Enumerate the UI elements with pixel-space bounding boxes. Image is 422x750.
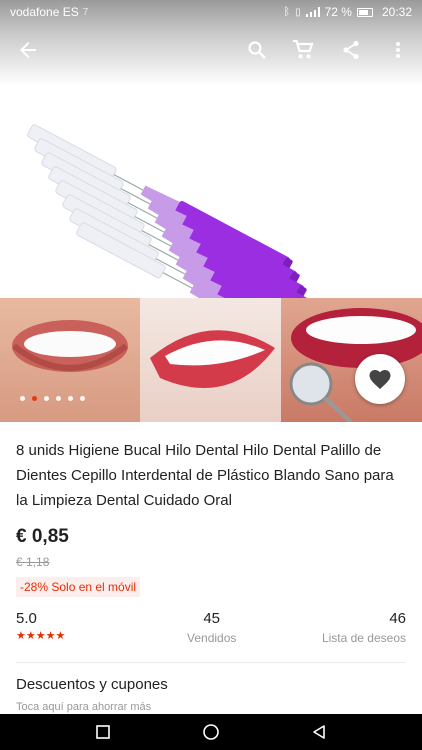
wishlist-label: Lista de deseos [321, 631, 406, 645]
back-arrow-icon [20, 42, 36, 58]
coupons-subtitle: Toca aquí para ahorrar más [16, 701, 152, 713]
product-gallery[interactable]: vodafone ES 7 ᛒ ▯ 72 % 20:32 [0, 0, 422, 422]
wishlist-stat[interactable]: 46 Lista de deseos [322, 610, 406, 645]
rating-value: 5.0 [16, 610, 37, 627]
gallery-dot [80, 396, 85, 401]
back-button[interactable] [12, 34, 44, 66]
gallery-dot [20, 396, 25, 401]
gallery-dot [68, 396, 73, 401]
battery-percent: 72 % [324, 5, 352, 19]
battery-icon [356, 7, 373, 17]
sold-count: 45 [203, 610, 221, 627]
status-bar: vodafone ES 7 ᛒ ▯ 72 % 20:32 [0, 0, 422, 24]
product-stats: 5.0 ★★★★★ 45 Vendidos 46 Lista de deseos [16, 610, 406, 646]
vibrate-icon: ▯ [295, 6, 301, 18]
teeth-banner-image [0, 298, 422, 422]
heart-icon [369, 370, 391, 389]
rating-stars: ★★★★★ [16, 630, 66, 642]
carrier-name: vodafone ES [10, 5, 79, 19]
product-title: 8 unids Higiene Bucal Hilo Dental Hilo D… [16, 442, 394, 509]
wishlist-count: 46 [389, 610, 406, 627]
search-button[interactable] [241, 34, 273, 66]
coupons-title: Descuentos y cupones [16, 676, 168, 693]
gallery-dots [20, 396, 85, 401]
coupons-row[interactable]: Descuentos y cupones Toca aquí para ahor… [16, 676, 406, 713]
more-vertical-icon [396, 42, 400, 58]
smile-photo-1 [0, 298, 140, 422]
section-divider [16, 662, 406, 663]
rating-stat[interactable]: 5.0 ★★★★★ [16, 610, 65, 642]
clock: 20:32 [381, 5, 412, 19]
more-options-button[interactable] [382, 34, 414, 66]
search-icon [248, 41, 266, 59]
signal-icon [305, 7, 320, 17]
sold-label: Vendidos [187, 631, 237, 645]
product-info: 8 unids Higiene Bucal Hilo Dental Hilo D… [0, 422, 422, 597]
original-price: € 1,18 [16, 555, 50, 569]
gallery-dot [44, 396, 49, 401]
cart-button[interactable] [287, 34, 319, 66]
wishlist-button[interactable] [355, 354, 405, 404]
discount-badge: -28% Solo en el móvil [16, 577, 141, 597]
gallery-dot [56, 396, 61, 401]
system-nav-bar [0, 714, 422, 750]
cart-icon [293, 40, 314, 59]
home-icon[interactable] [202, 723, 220, 741]
sold-stat: 45 Vendidos [187, 610, 236, 645]
smile-photo-2 [140, 298, 281, 422]
back-nav-icon[interactable] [311, 724, 327, 740]
dentist-mirror-photo [281, 298, 422, 422]
gallery-dot [32, 396, 37, 401]
share-icon [343, 40, 359, 60]
share-button[interactable] [335, 34, 367, 66]
bluetooth-icon: ᛒ [283, 6, 291, 18]
app-toolbar [0, 28, 422, 72]
product-price: € 0,85 [16, 526, 69, 547]
recents-icon[interactable] [95, 724, 111, 740]
carrier-extra: 7 [82, 6, 89, 18]
